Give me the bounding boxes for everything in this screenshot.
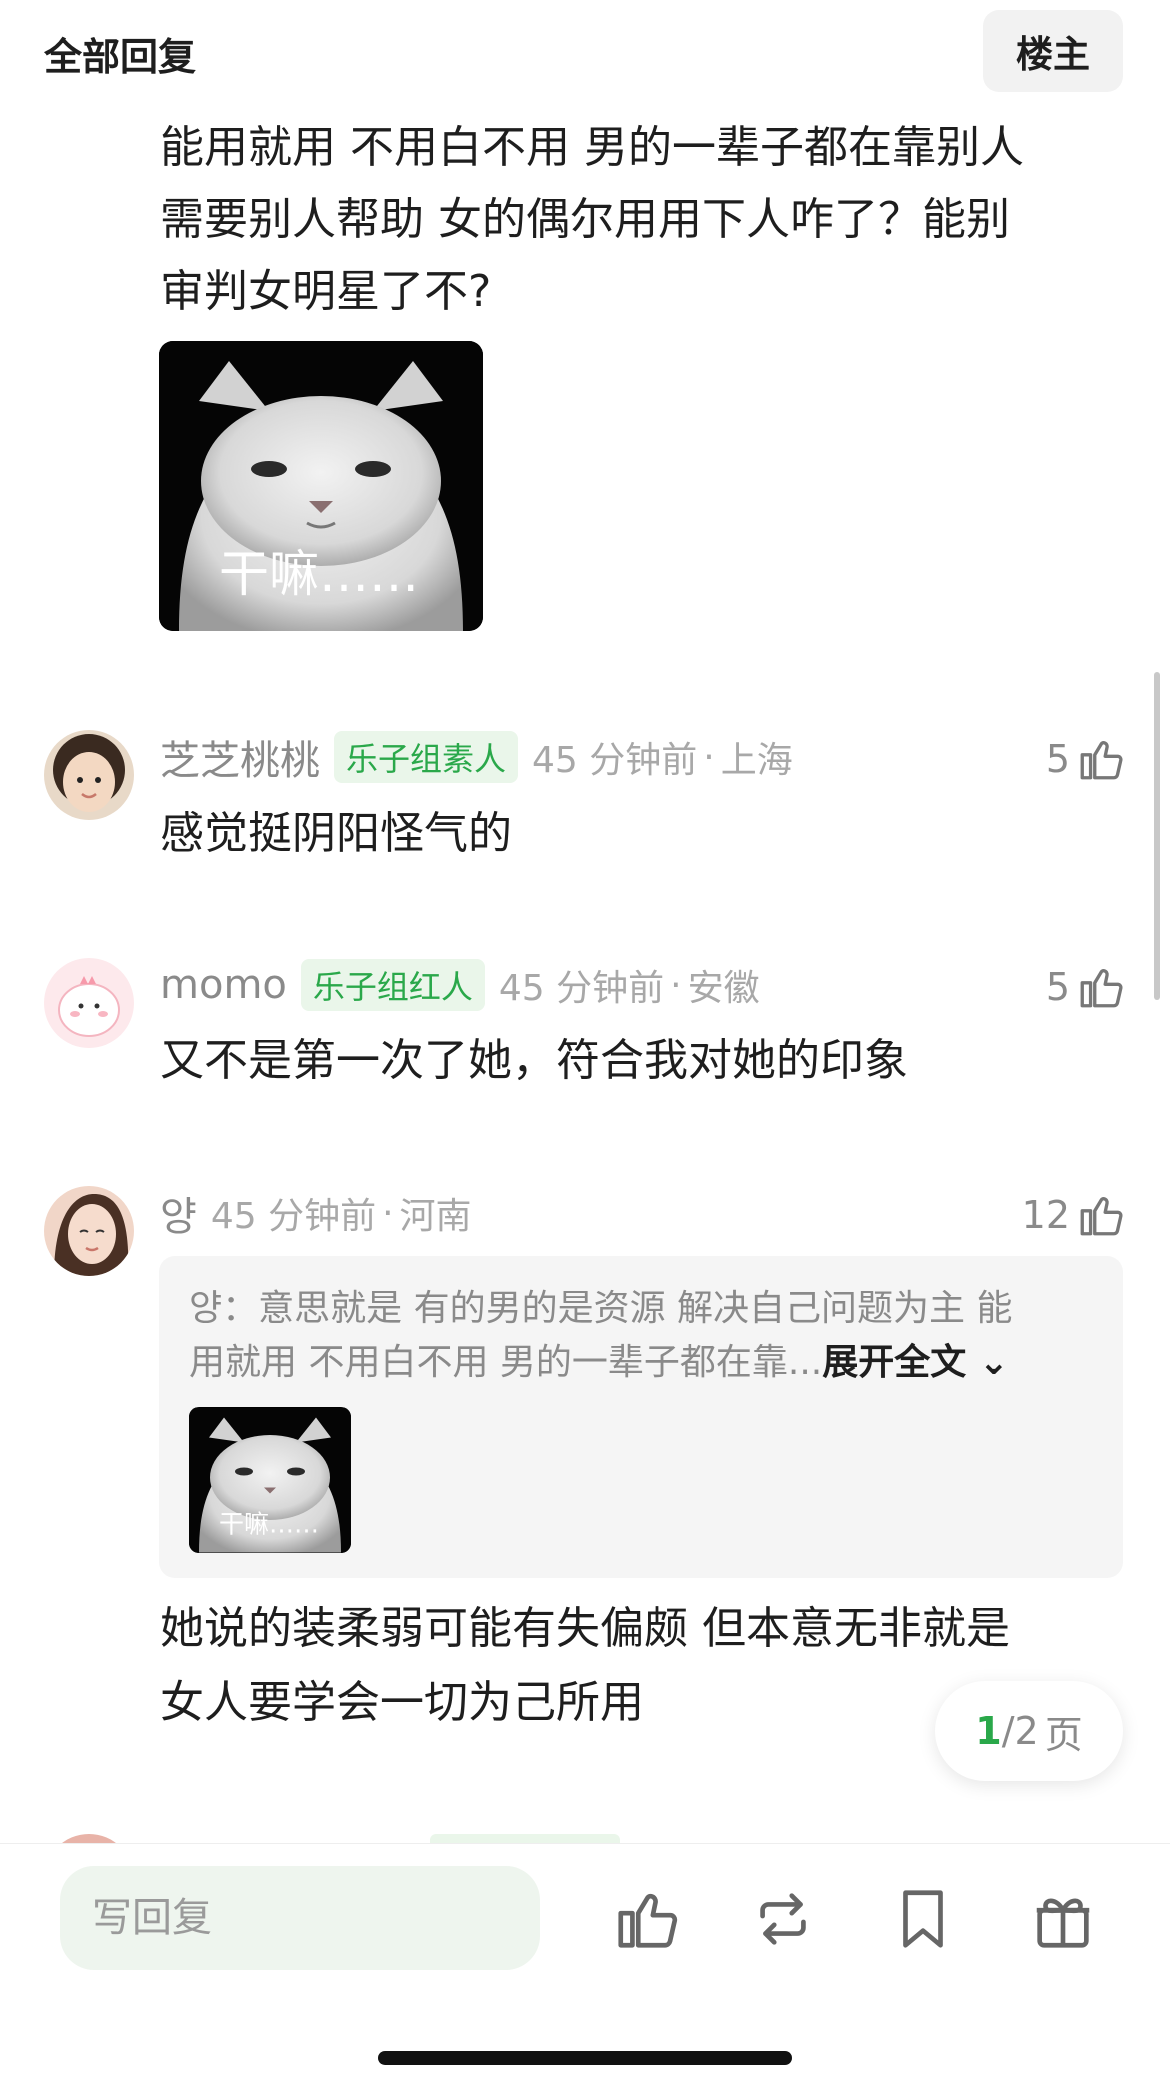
username[interactable]: 양 — [160, 1184, 197, 1242]
total-pages: /2 — [1001, 1709, 1039, 1753]
comment-text: 又不是第一次了她，符合我对她的印象 — [160, 1035, 908, 1086]
like-count: 5 — [1045, 965, 1070, 1009]
like-count: 5 — [1045, 737, 1070, 781]
quoted-reply-line: 양：意思就是 有的男的是资源 解决自己问题为主 能 — [189, 1288, 1013, 1329]
post-text-line: 能用就用 不用白不用 男的一辈子都在靠别人 — [160, 122, 1024, 173]
next-comment-peek — [0, 1830, 1170, 1844]
page-unit: 页 — [1044, 1712, 1083, 1757]
bottom-action-bar — [0, 1843, 1170, 2091]
cat-meme-illustration: 干嘛…… — [159, 341, 483, 631]
comment-location: 上海 — [720, 740, 793, 781]
chevron-down-icon[interactable]: ⌄ — [966, 1342, 1009, 1383]
separator-dot: · — [382, 1192, 394, 1234]
gift-icon — [1036, 1898, 1090, 1948]
username[interactable]: momo — [160, 962, 287, 1008]
like-button[interactable]: 5 — [1046, 732, 1126, 786]
comment-time: 45 分钟前 — [210, 1196, 377, 1237]
username[interactable]: 芝芝桃桃 — [160, 728, 320, 786]
avatar[interactable] — [44, 958, 134, 1048]
cat-meme-thumbnail[interactable]: 干嘛…… — [189, 1407, 351, 1553]
scrollbar[interactable] — [1154, 672, 1160, 1000]
comment-location: 安徽 — [687, 968, 760, 1009]
like-button[interactable]: 5 — [1046, 960, 1126, 1014]
comment-time: 45 分钟前 — [498, 968, 665, 1009]
user-badge: 乐子组素人 — [334, 731, 519, 783]
current-page: 1 — [975, 1709, 1002, 1753]
separator-dot: · — [670, 964, 682, 1006]
expand-full-text-link[interactable]: 展开全文 — [822, 1342, 966, 1383]
like-count: 12 — [1021, 1193, 1070, 1237]
like-post-button[interactable] — [612, 1884, 682, 1954]
thumbs-up-icon — [1080, 1197, 1123, 1236]
separator-dot: · — [703, 736, 715, 778]
quoted-reply-text: 양：意思就是 有的男的是资源 解决自己问题为主 能 用就用 不用白不用 男的一辈… — [189, 1282, 1099, 1390]
quoted-reply-line: 用就用 不用白不用 男的一辈子都在靠...展开全文 ⌄ — [189, 1336, 1099, 1390]
comment-text-line: 她说的装柔弱可能有失偏颇 但本意无非就是 — [160, 1603, 1010, 1654]
page-title: 全部回复 — [44, 35, 197, 79]
home-indicator[interactable] — [378, 2051, 792, 2065]
comment-text: 感觉挺阴阳怪气的 — [160, 808, 512, 859]
thumbs-up-icon — [1080, 969, 1123, 1008]
bookmark-icon — [903, 1890, 943, 1948]
quoted-reply-line-text: 用就用 不用白不用 男的一辈子都在靠... — [189, 1342, 823, 1383]
repost-icon — [760, 1893, 806, 1945]
cat-meme-illustration: 干嘛…… — [189, 1407, 351, 1553]
user-badge: 乐子组红人 — [300, 959, 485, 1011]
repost-button[interactable] — [748, 1884, 818, 1954]
thumbs-up-icon — [1080, 741, 1123, 780]
avatar[interactable] — [44, 1186, 134, 1276]
gift-button[interactable] — [1028, 1884, 1098, 1954]
cat-meme-image[interactable]: 干嘛…… — [159, 341, 483, 631]
page-indicator[interactable]: 1/2 页 — [935, 1681, 1123, 1781]
like-button[interactable]: 12 — [1022, 1188, 1126, 1242]
reply-input[interactable] — [60, 1866, 540, 1970]
post-text-line: 审判女明星了不? — [160, 266, 492, 317]
owner-only-button[interactable]: 楼主 — [983, 10, 1123, 92]
meme-caption: 干嘛…… — [219, 1510, 319, 1539]
post-text: 能用就用 不用白不用 男的一辈子都在靠别人 需要别人帮助 女的偶尔用用下人咋了？… — [160, 112, 1120, 328]
meme-caption: 干嘛…… — [219, 545, 419, 603]
thumbs-up-icon — [618, 1893, 678, 1948]
bookmark-button[interactable] — [888, 1884, 958, 1954]
avatar[interactable] — [44, 730, 134, 820]
post-text-line: 需要别人帮助 女的偶尔用用下人咋了？能别 — [160, 194, 1010, 245]
comment-location: 河南 — [399, 1196, 472, 1237]
comment-time: 45 分钟前 — [532, 740, 698, 781]
header: 全部回复 楼主 — [0, 0, 1170, 104]
